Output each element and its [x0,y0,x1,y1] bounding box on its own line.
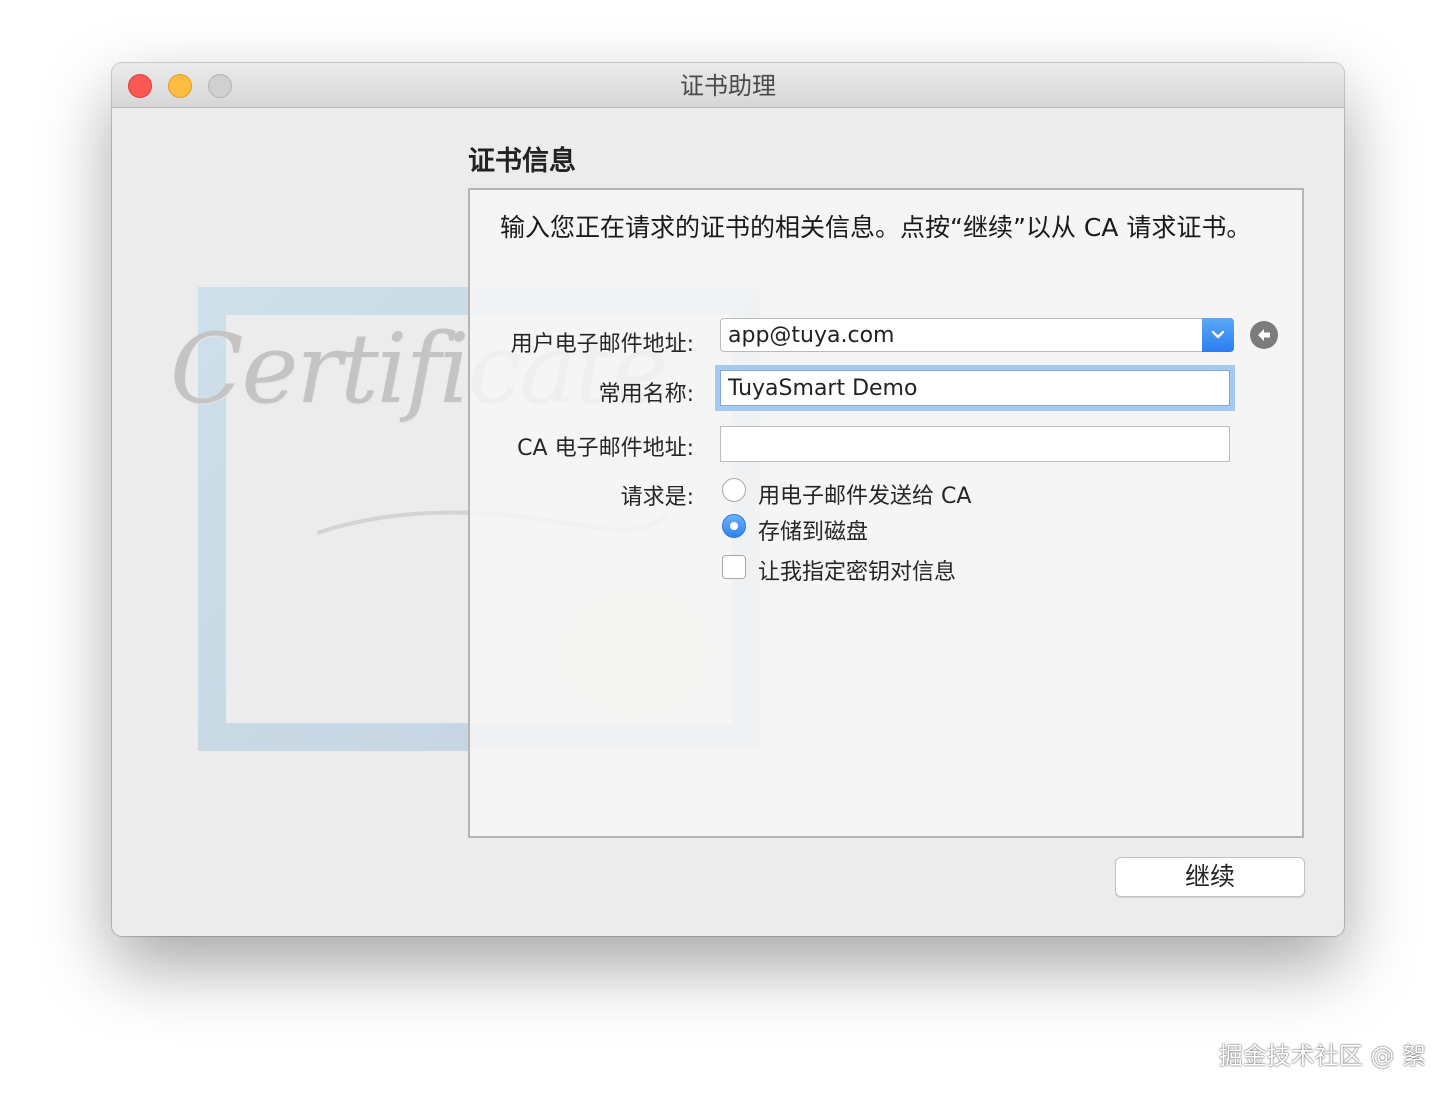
specify-key-pair-label[interactable]: 让我指定密钥对信息 [758,554,956,586]
common-name-label: 常用名称: [598,382,694,407]
radio-email-to-ca[interactable] [722,478,746,502]
site-watermark: 掘金技术社区 @ 絮 [1218,1042,1426,1070]
radio-email-to-ca-label[interactable]: 用电子邮件发送给 CA [758,478,971,510]
ca-email-label: CA 电子邮件地址: [517,436,694,461]
intro-text: 输入您正在请求的证书的相关信息。点按“继续”以从 CA 请求证书。 [500,213,1252,242]
email-value: app@tuya.com [728,323,895,348]
email-combobox[interactable]: app@tuya.com [720,318,1234,352]
specify-key-pair-checkbox[interactable] [722,555,746,579]
section-title: 证书信息 [468,146,576,177]
radio-selected-dot [730,522,738,530]
clear-arrow-left-icon[interactable] [1250,321,1278,349]
radio-save-to-disk-label[interactable]: 存储到磁盘 [758,514,868,546]
email-dropdown-button[interactable] [1202,318,1234,352]
continue-button[interactable]: 继续 [1115,857,1305,897]
certificate-assistant-window: 证书助理 Certificate 证书信息 输入您正在请求的证书的相关信息。点按… [112,63,1344,936]
common-name-value: TuyaSmart Demo [728,376,918,401]
radio-save-to-disk[interactable] [722,514,746,538]
ca-email-input[interactable] [720,426,1230,462]
email-label: 用户电子邮件地址: [510,332,694,357]
common-name-input[interactable]: TuyaSmart Demo [720,370,1230,406]
chevron-down-icon [1211,330,1225,339]
window-title: 证书助理 [680,72,776,100]
certificate-info-panel: 输入您正在请求的证书的相关信息。点按“继续”以从 CA 请求证书。 用户电子邮件… [468,188,1304,838]
title-bar: 证书助理 [112,63,1344,108]
request-label: 请求是: [620,485,694,510]
